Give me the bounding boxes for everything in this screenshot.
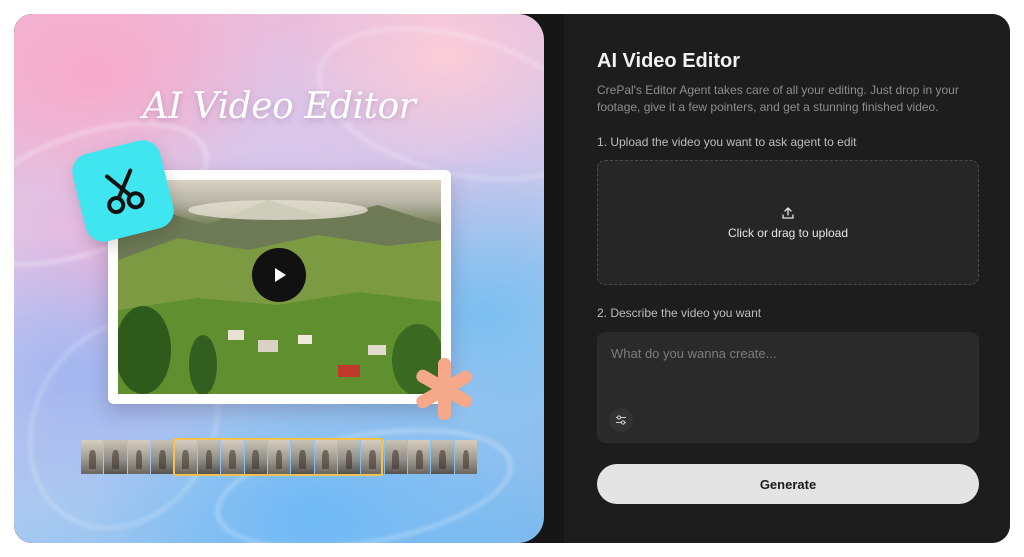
- generate-button[interactable]: Generate: [597, 464, 979, 504]
- hero-title: AI Video Editor: [142, 86, 416, 127]
- prompt-box: [597, 332, 979, 443]
- filmstrip-selection-handle[interactable]: [173, 438, 383, 476]
- scissors-icon: [105, 168, 145, 215]
- hero-panel: AI Video Editor: [14, 14, 544, 543]
- upload-step-label: 1. Upload the video you want to ask agen…: [597, 135, 857, 149]
- upload-icon: [782, 206, 794, 219]
- page-title: AI Video Editor: [597, 50, 740, 72]
- describe-step-label: 2. Describe the video you want: [597, 306, 762, 320]
- page-description: CrePal's Editor Agent takes care of all …: [597, 83, 959, 114]
- asterisk-sparkle-icon: [416, 358, 473, 420]
- editor-card: AI Video Editor AI Video Editor CrePal's…: [14, 14, 1010, 543]
- film-frame: [127, 440, 151, 474]
- sliders-icon: [616, 415, 626, 425]
- play-icon: [275, 268, 286, 282]
- play-button[interactable]: [252, 248, 306, 302]
- upload-dropzone[interactable]: Click or drag to upload: [597, 160, 979, 285]
- film-frame: [151, 440, 174, 474]
- film-frame: [104, 440, 127, 474]
- film-frame: [81, 440, 104, 474]
- film-frame: [408, 440, 431, 474]
- film-frame: [431, 440, 454, 474]
- film-frame: [384, 440, 408, 474]
- prompt-input[interactable]: [597, 332, 979, 412]
- upload-text: Click or drag to upload: [727, 225, 849, 240]
- editor-form-panel: AI Video Editor CrePal's Editor Agent ta…: [564, 14, 1010, 543]
- film-frame: [454, 440, 478, 474]
- prompt-settings-button[interactable]: [609, 408, 633, 432]
